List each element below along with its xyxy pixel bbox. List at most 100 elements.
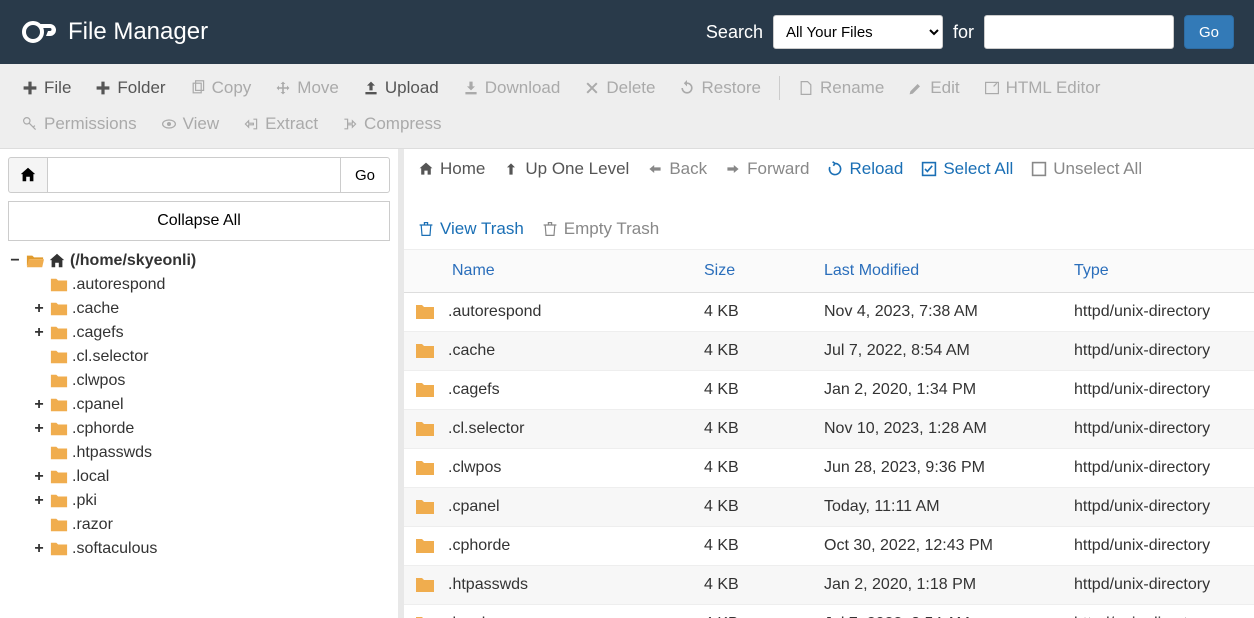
tree-node[interactable]: + .cphorde [32,417,390,441]
tree-node[interactable]: .clwpos [32,369,390,393]
folder-icon [50,420,68,438]
new-file-button[interactable]: File [10,70,83,106]
file-modified: Jul 7, 2022, 8:54 AM [814,605,1064,618]
file-size: 4 KB [694,332,814,371]
tree-root-label: (/home/skyeonli) [70,252,196,270]
delete-button[interactable]: Delete [572,70,667,106]
col-modified[interactable]: Last Modified [814,250,1064,293]
rename-icon [798,80,814,96]
tree-node-label: .razor [72,516,113,534]
copy-button[interactable]: Copy [178,70,264,106]
file-name: .cache [448,342,495,360]
home-icon [418,161,434,177]
extract-button[interactable]: Extract [231,106,330,142]
path-input[interactable] [48,157,340,193]
path-row: Go [8,157,390,193]
view-button[interactable]: View [149,106,232,142]
tree-expand-icon[interactable]: + [32,420,46,438]
folder-tree: − (/home/skyeonli) .autorespond+ .cache+… [8,249,390,561]
tree-node[interactable]: + .cagefs [32,321,390,345]
table-row[interactable]: .clwpos 4 KB Jun 28, 2023, 9:36 PM httpd… [404,449,1254,488]
rename-button[interactable]: Rename [786,70,896,106]
nav-back[interactable]: Back [647,159,707,179]
tree-node[interactable]: .autorespond [32,273,390,297]
html-editor-button[interactable]: HTML Editor [972,70,1113,106]
tree-node[interactable]: + .softaculous [32,537,390,561]
nav-home[interactable]: Home [418,159,485,179]
folder-icon [414,341,436,361]
move-icon [275,80,291,96]
file-type: httpd/unix-directory [1064,488,1254,527]
collapse-all-button[interactable]: Collapse All [8,201,390,241]
tree-node-label: .pki [72,492,97,510]
tree-node[interactable]: .htpasswds [32,441,390,465]
table-row[interactable]: .local 4 KB Jul 7, 2022, 8:54 AM httpd/u… [404,605,1254,618]
move-button[interactable]: Move [263,70,351,106]
cpanel-logo-icon [20,14,56,50]
nav-select-all[interactable]: Select All [921,159,1013,179]
nav-view-trash[interactable]: View Trash [418,219,524,239]
nav-reload[interactable]: Reload [827,159,903,179]
search-scope-select[interactable]: All Your Files [773,15,943,49]
search-go-button[interactable]: Go [1184,15,1234,49]
file-name: .cagefs [448,381,500,399]
for-label: for [953,22,974,43]
sidebar-home-button[interactable] [8,157,48,193]
table-row[interactable]: .htpasswds 4 KB Jan 2, 2020, 1:18 PM htt… [404,566,1254,605]
tree-node-label: .cagefs [72,324,124,342]
copy-icon [190,80,206,96]
upload-icon [363,80,379,96]
tree-expand-icon[interactable]: + [32,492,46,510]
file-size: 4 KB [694,527,814,566]
plus-icon [22,80,38,96]
compress-button[interactable]: Compress [330,106,453,142]
tree-node[interactable]: + .cache [32,297,390,321]
table-row[interactable]: .cpanel 4 KB Today, 11:11 AM httpd/unix-… [404,488,1254,527]
table-row[interactable]: .cl.selector 4 KB Nov 10, 2023, 1:28 AM … [404,410,1254,449]
tree-expand-icon[interactable]: + [32,396,46,414]
folder-icon [414,614,436,618]
table-row[interactable]: .cagefs 4 KB Jan 2, 2020, 1:34 PM httpd/… [404,371,1254,410]
tree-node[interactable]: + .pki [32,489,390,513]
tree-expand-icon[interactable]: + [32,540,46,558]
file-modified: Today, 11:11 AM [814,488,1064,527]
file-type: httpd/unix-directory [1064,566,1254,605]
home-icon [48,252,66,270]
search-area: Search All Your Files for Go [706,15,1234,49]
file-size: 4 KB [694,371,814,410]
table-row[interactable]: .autorespond 4 KB Nov 4, 2023, 7:38 AM h… [404,293,1254,332]
logo-area: File Manager [20,14,208,50]
download-button[interactable]: Download [451,70,573,106]
nav-up[interactable]: Up One Level [503,159,629,179]
tree-collapse-icon[interactable]: − [8,252,22,270]
table-row[interactable]: .cphorde 4 KB Oct 30, 2022, 12:43 PM htt… [404,527,1254,566]
restore-button[interactable]: Restore [667,70,773,106]
col-type[interactable]: Type [1064,250,1254,293]
tree-node[interactable]: + .local [32,465,390,489]
table-row[interactable]: .cache 4 KB Jul 7, 2022, 8:54 AM httpd/u… [404,332,1254,371]
tree-expand-icon[interactable]: + [32,324,46,342]
nav-forward[interactable]: Forward [725,159,809,179]
tree-expand-icon[interactable]: + [32,300,46,318]
tree-node-label: .softaculous [72,540,157,558]
toolbar: File Folder Copy Move Upload Download De… [0,64,1254,149]
search-input[interactable] [984,15,1174,49]
col-size[interactable]: Size [694,250,814,293]
nav-empty-trash[interactable]: Empty Trash [542,219,659,239]
new-folder-button[interactable]: Folder [83,70,177,106]
checkbox-empty-icon [1031,161,1047,177]
html-editor-icon [984,80,1000,96]
tree-root[interactable]: − (/home/skyeonli) [8,249,390,273]
nav-unselect-all[interactable]: Unselect All [1031,159,1142,179]
upload-button[interactable]: Upload [351,70,451,106]
permissions-button[interactable]: Permissions [10,106,149,142]
file-modified: Jan 2, 2020, 1:18 PM [814,566,1064,605]
tree-expand-icon[interactable]: + [32,468,46,486]
edit-button[interactable]: Edit [896,70,971,106]
compress-icon [342,116,358,132]
tree-node[interactable]: .cl.selector [32,345,390,369]
col-name[interactable]: Name [404,250,694,293]
path-go-button[interactable]: Go [340,157,390,193]
tree-node[interactable]: .razor [32,513,390,537]
tree-node[interactable]: + .cpanel [32,393,390,417]
